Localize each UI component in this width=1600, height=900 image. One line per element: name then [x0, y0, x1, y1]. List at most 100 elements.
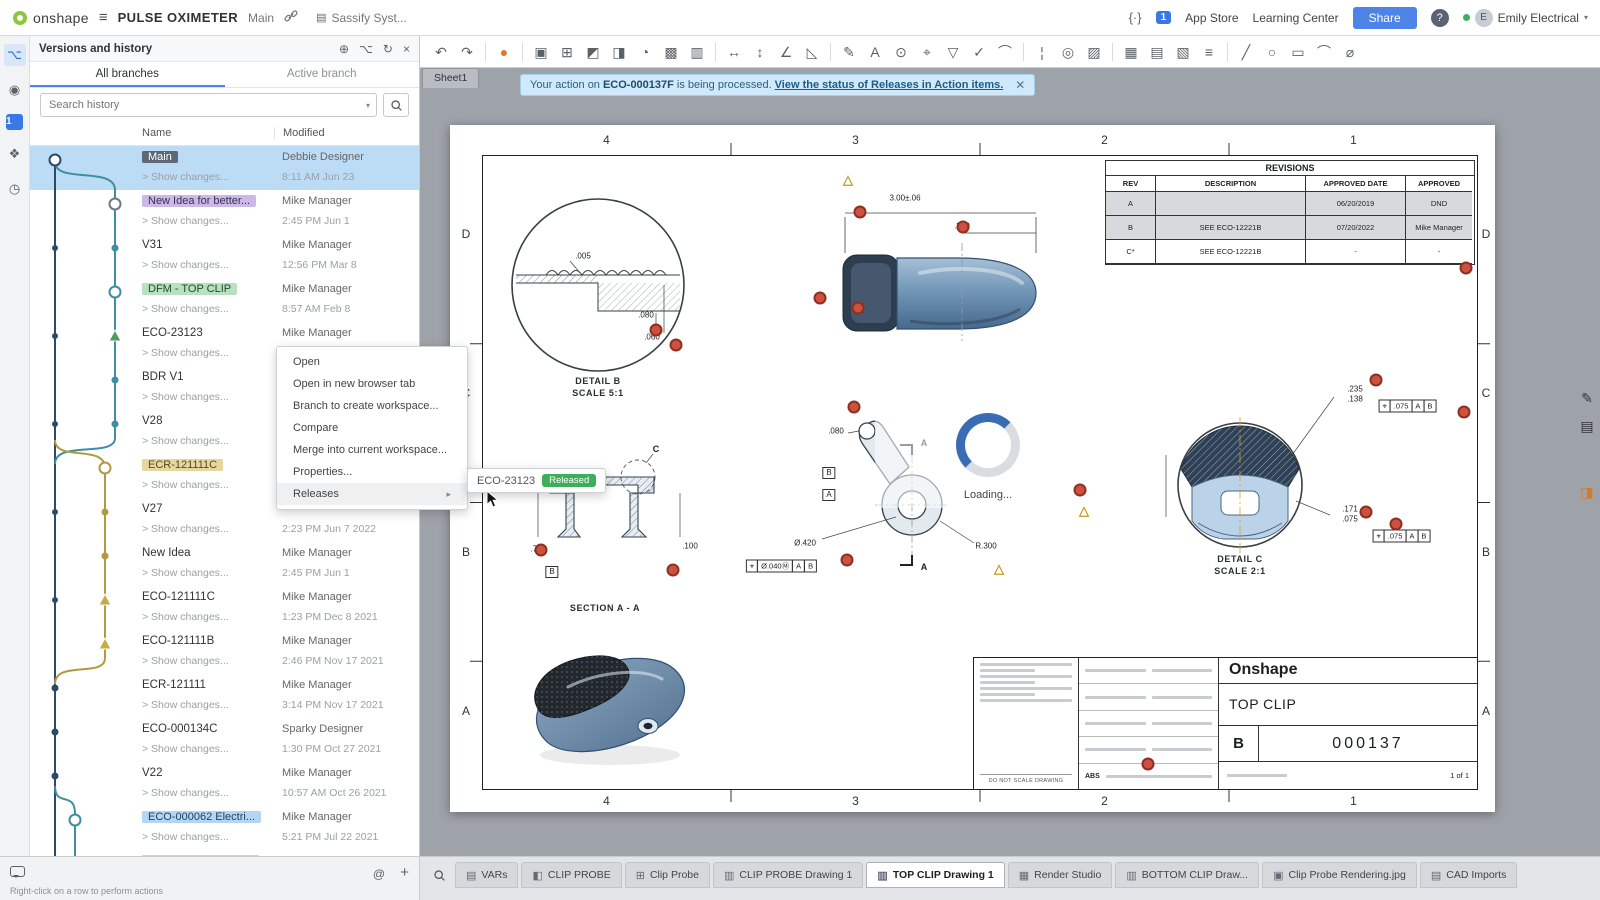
release-marker-icon[interactable] — [854, 206, 867, 219]
release-marker-icon[interactable] — [535, 544, 548, 557]
workspace-label[interactable]: Main — [248, 11, 274, 25]
text-icon[interactable]: A — [863, 40, 887, 64]
doc-tab-clip-probe[interactable]: ⊞Clip Probe — [625, 862, 710, 888]
add-tab-icon[interactable]: + — [400, 864, 409, 881]
release-marker-icon[interactable] — [1360, 506, 1373, 519]
redo-icon[interactable]: ↷ — [455, 40, 479, 64]
surface-finish-icon[interactable]: ✓ — [967, 40, 991, 64]
ordinate-dimension-icon[interactable]: ↕ — [748, 40, 772, 64]
doc-tab-cad-imports[interactable]: ▤CAD Imports — [1420, 862, 1518, 888]
sheet-tab[interactable]: Sheet1 — [422, 68, 479, 88]
release-marker-icon[interactable] — [1074, 484, 1087, 497]
release-marker-icon[interactable] — [814, 292, 827, 305]
show-changes-link[interactable]: > Show changes... — [142, 699, 229, 711]
doc-tab-clip-probe[interactable]: ◧CLIP PROBE — [521, 862, 621, 888]
show-changes-link[interactable]: > Show changes... — [142, 171, 229, 183]
show-changes-link[interactable]: > Show changes... — [142, 831, 229, 843]
doc-tab-clip-probe-rendering-jpg[interactable]: ▣Clip Probe Rendering.jpg — [1262, 862, 1417, 888]
version-row[interactable]: ECO-121111B> Show changes...Mike Manager… — [30, 630, 419, 674]
version-row[interactable]: V31> Show changes...Mike Manager12:56 PM… — [30, 234, 419, 278]
auxiliary-view-icon[interactable]: ◩ — [581, 40, 605, 64]
link-icon[interactable] — [284, 9, 298, 26]
doc-tab-render-studio[interactable]: ▦Render Studio — [1008, 862, 1113, 888]
user-menu[interactable]: E Emily Electrical ▾ — [1463, 9, 1588, 27]
banner-releases-link[interactable]: View the status of Releases in Action it… — [775, 79, 1004, 91]
mention-icon[interactable]: @ — [373, 867, 385, 881]
chamfer-dimension-icon[interactable]: ◺ — [800, 40, 824, 64]
drawing-canvas[interactable]: Sheet1 Your action on ECO-000137F is bei… — [420, 68, 1600, 856]
doc-tab-bottom-clip-draw[interactable]: ▥BOTTOM CLIP Draw... — [1115, 862, 1259, 888]
sketch-rectangle-icon[interactable]: ▭ — [1286, 40, 1310, 64]
tab-active-branch[interactable]: Active branch — [225, 62, 420, 87]
learning-center-link[interactable]: Learning Center — [1253, 11, 1339, 25]
release-marker-icon[interactable] — [650, 324, 663, 337]
projected-view-icon[interactable]: ⊞ — [555, 40, 579, 64]
version-row[interactable]: ECO-000062 Electri...> Show changes...Mi… — [30, 806, 419, 850]
release-marker-icon[interactable] — [852, 302, 865, 315]
release-marker-icon[interactable] — [1460, 262, 1473, 275]
release-marker-icon[interactable] — [670, 339, 683, 352]
doc-tab-vars[interactable]: ▤VARs — [455, 862, 518, 888]
datum-icon[interactable]: ▽ — [941, 40, 965, 64]
create-version-icon[interactable]: ⊕ — [339, 42, 349, 56]
context-menu-item-compare[interactable]: Compare — [277, 417, 467, 439]
revision-table-icon[interactable]: ▧ — [1171, 40, 1195, 64]
release-marker-icon[interactable] — [1458, 406, 1471, 419]
version-row[interactable]: V22> Show changes...Mike Manager10:57 AM… — [30, 762, 419, 806]
release-marker-icon[interactable] — [841, 554, 854, 567]
bom-table-icon[interactable]: ≡ — [1197, 40, 1221, 64]
search-input[interactable] — [47, 98, 366, 112]
show-changes-link[interactable]: > Show changes... — [142, 567, 229, 579]
centerline-icon[interactable]: ¦ — [1030, 40, 1054, 64]
tab-search-button[interactable] — [426, 862, 452, 888]
app-store-link[interactable]: App Store — [1185, 11, 1238, 25]
display-options-icon[interactable]: ▤ — [1577, 416, 1597, 436]
linked-document-tab[interactable]: ▤ Sassify Syst... — [308, 8, 415, 28]
gdt-frame-icon[interactable]: ⌖ — [915, 40, 939, 64]
section-view-icon[interactable]: ◨ — [607, 40, 631, 64]
broken-view-icon[interactable]: ▥ — [685, 40, 709, 64]
search-button[interactable] — [383, 93, 409, 117]
hole-table-icon[interactable]: ▤ — [1145, 40, 1169, 64]
featurescript-icon[interactable]: {·} — [1129, 10, 1142, 25]
undo-icon[interactable]: ↶ — [429, 40, 453, 64]
release-marker-icon[interactable] — [957, 221, 970, 234]
versions-panel-icon[interactable]: ⌥ — [4, 44, 26, 66]
note-icon[interactable]: ✎ — [837, 40, 861, 64]
context-menu-item-open[interactable]: Open — [277, 351, 467, 373]
annotate-icon[interactable]: ✎ — [1577, 388, 1597, 408]
version-row[interactable]: New Idea> Show changes...Mike Manager2:4… — [30, 542, 419, 586]
context-menu-item-properties[interactable]: Properties... — [277, 461, 467, 483]
create-branch-icon[interactable]: ⌥ — [359, 42, 373, 56]
banner-close-icon[interactable]: ✕ — [1015, 78, 1025, 92]
history-icon[interactable]: ◷ — [4, 178, 26, 200]
show-changes-link[interactable]: > Show changes... — [142, 479, 229, 491]
insert-view-icon[interactable]: ▣ — [529, 40, 553, 64]
show-changes-link[interactable]: > Show changes... — [142, 523, 229, 535]
balloon-icon[interactable]: ⊙ — [889, 40, 913, 64]
version-row[interactable]: ECO-121111C> Show changes...Mike Manager… — [30, 586, 419, 630]
sketch-arc-icon[interactable]: ⌒ — [1312, 40, 1336, 64]
center-mark-icon[interactable]: ◎ — [1056, 40, 1080, 64]
share-button[interactable]: Share — [1353, 7, 1417, 29]
hatch-icon[interactable]: ▨ — [1082, 40, 1106, 64]
show-changes-link[interactable]: > Show changes... — [142, 259, 229, 271]
sketch-line-icon[interactable]: ╱ — [1234, 40, 1258, 64]
version-row[interactable]: ECR-121111> Show changes...Mike Manager3… — [30, 674, 419, 718]
notification-badge[interactable]: 1 — [1156, 11, 1172, 24]
release-marker-icon[interactable]: ● — [492, 40, 516, 64]
show-changes-link[interactable]: > Show changes... — [142, 611, 229, 623]
dimension-icon[interactable]: ↔ — [722, 40, 746, 64]
detail-view-icon[interactable]: ◔ — [633, 40, 657, 64]
doc-tab-clip-probe-drawing-1[interactable]: ▥CLIP PROBE Drawing 1 — [713, 862, 863, 888]
context-menu-item-merge-into-current-workspace[interactable]: Merge into current workspace... — [277, 439, 467, 461]
show-changes-link[interactable]: > Show changes... — [142, 743, 229, 755]
main-menu-icon[interactable]: ≡ — [99, 9, 108, 26]
refresh-icon[interactable]: ↻ — [383, 42, 393, 56]
angular-dimension-icon[interactable]: ∠ — [774, 40, 798, 64]
show-changes-link[interactable]: > Show changes... — [142, 391, 229, 403]
sketch-circle-icon[interactable]: ○ — [1260, 40, 1284, 64]
context-menu-item-releases[interactable]: Releases▸ — [277, 483, 467, 505]
follow-mode-icon[interactable]: ◉ — [4, 79, 26, 101]
appearance-icon[interactable]: ◨ — [1577, 482, 1597, 502]
